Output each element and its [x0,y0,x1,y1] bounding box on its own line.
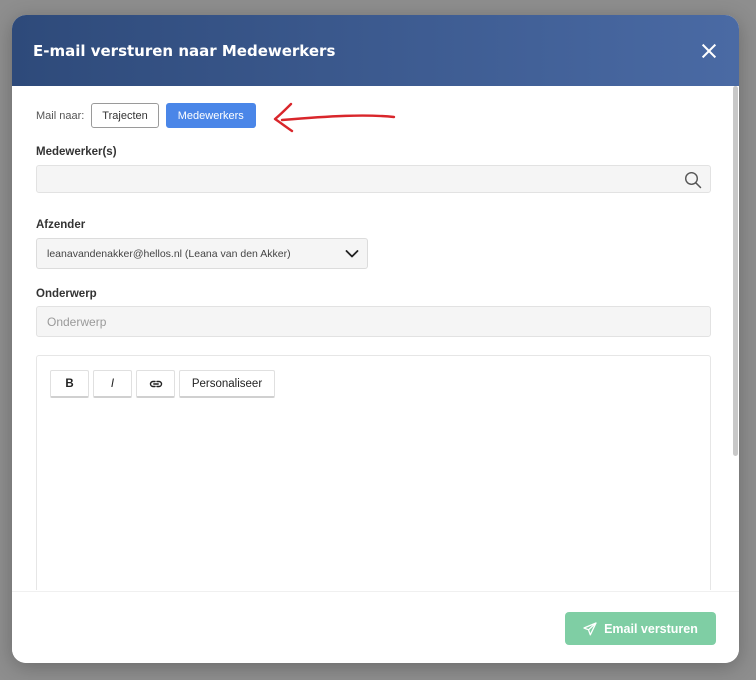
link-icon [149,380,162,387]
modal-body: Mail naar: Trajecten Medewerkers Medewer… [12,86,739,590]
close-icon[interactable] [697,39,721,63]
onderwerp-label: Onderwerp [36,288,97,300]
onderwerp-input[interactable] [36,306,711,337]
mail-to-row: Mail naar: Trajecten Medewerkers [36,102,711,132]
annotation-arrow-icon [273,102,395,132]
editor-toolbar: B I Personaliseer [50,370,710,398]
chevron-down-icon [345,249,359,257]
medewerkers-label: Medewerker(s) [36,146,117,158]
bold-button[interactable]: B [50,370,89,398]
mail-to-label: Mail naar: [36,109,85,122]
link-button[interactable] [136,370,175,398]
toggle-trajecten[interactable]: Trajecten [91,103,159,128]
italic-button[interactable]: I [93,370,132,398]
afzender-label: Afzender [36,219,86,231]
personalize-button[interactable]: Personaliseer [179,370,275,398]
toggle-medewerkers[interactable]: Medewerkers [165,103,256,128]
medewerkers-search-input[interactable] [36,165,711,193]
modal-footer: Email versturen [12,591,739,663]
send-email-label: Email versturen [604,621,698,636]
message-editor[interactable]: B I Personaliseer [36,355,711,590]
paper-plane-icon [583,621,597,635]
modal-title: E-mail versturen naar Medewerkers [33,41,336,60]
scrollbar-thumb[interactable] [733,86,738,456]
email-modal: E-mail versturen naar Medewerkers Mail n… [12,15,739,663]
afzender-select[interactable]: leanavandenakker@hellos.nl (Leana van de… [36,238,368,269]
scrollbar[interactable] [732,86,738,591]
search-icon[interactable] [684,171,702,189]
modal-header: E-mail versturen naar Medewerkers [12,15,739,86]
send-email-button[interactable]: Email versturen [565,612,716,645]
afzender-value: leanavandenakker@hellos.nl (Leana van de… [47,247,291,260]
